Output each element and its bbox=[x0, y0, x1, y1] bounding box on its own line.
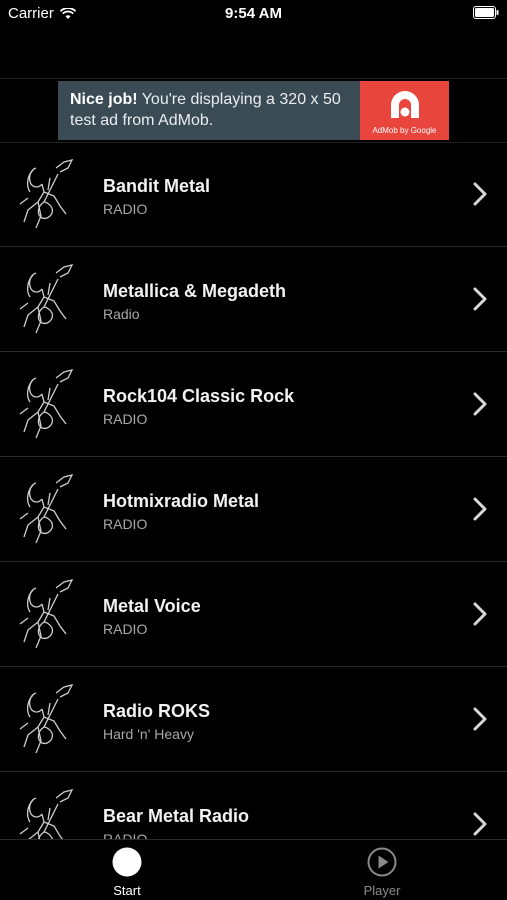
station-subtitle: RADIO bbox=[103, 201, 148, 217]
station-subtitle: RADIO bbox=[103, 516, 148, 532]
chevron-right-icon bbox=[473, 707, 487, 731]
station-title: Bandit Metal bbox=[103, 176, 211, 196]
status-time: 9:54 AM bbox=[225, 5, 282, 22]
admob-logo: AdMob by Google bbox=[360, 81, 449, 140]
station-title: Bear Metal Radio bbox=[103, 806, 250, 826]
ad-band: Nice job! You're displaying a 320 x 50 t… bbox=[0, 78, 507, 143]
filled-circle-icon bbox=[112, 847, 142, 877]
station-title: Metal Voice bbox=[103, 596, 201, 616]
station-row[interactable]: Radio ROKS Hard 'n' Heavy bbox=[0, 667, 507, 772]
chevron-right-icon bbox=[473, 812, 487, 836]
station-title: Metallica & Megadeth bbox=[103, 281, 287, 301]
station-row[interactable]: Metallica & Megadeth Radio bbox=[0, 247, 507, 352]
tab-player[interactable]: Player bbox=[322, 840, 442, 900]
ad-bold-text: Nice job! bbox=[70, 91, 138, 108]
station-row[interactable]: Rock104 Classic Rock RADIO bbox=[0, 352, 507, 457]
guitarist-thumbnail-icon bbox=[19, 474, 74, 544]
battery-icon bbox=[473, 6, 499, 19]
guitarist-thumbnail-icon bbox=[19, 579, 74, 649]
admob-logo-caption: AdMob by Google bbox=[372, 126, 437, 135]
station-row[interactable]: Hotmixradio Metal RADIO bbox=[0, 457, 507, 562]
guitarist-thumbnail-icon bbox=[19, 264, 74, 334]
chevron-right-icon bbox=[473, 287, 487, 311]
chevron-right-icon bbox=[473, 182, 487, 206]
station-row[interactable]: Metal Voice RADIO bbox=[0, 562, 507, 667]
station-title: Hotmixradio Metal bbox=[103, 491, 260, 511]
chevron-right-icon bbox=[473, 602, 487, 626]
station-subtitle: RADIO bbox=[103, 621, 148, 637]
tab-start-label: Start bbox=[113, 883, 141, 898]
tab-player-label: Player bbox=[363, 883, 401, 898]
chevron-right-icon bbox=[473, 497, 487, 521]
tab-start[interactable]: Start bbox=[67, 840, 187, 900]
station-subtitle: Hard 'n' Heavy bbox=[103, 726, 194, 742]
guitarist-thumbnail-icon bbox=[19, 684, 74, 754]
station-title: Rock104 Classic Rock bbox=[103, 386, 295, 406]
guitarist-thumbnail-icon bbox=[19, 369, 74, 439]
tab-bar: Start Player bbox=[0, 839, 507, 900]
admob-logo-icon bbox=[391, 91, 419, 118]
guitarist-thumbnail-icon bbox=[19, 159, 74, 229]
station-subtitle: Radio bbox=[103, 306, 140, 322]
play-circle-icon bbox=[367, 847, 397, 877]
status-bar: Carrier 9:54 AM bbox=[0, 0, 507, 28]
station-title: Radio ROKS bbox=[103, 701, 211, 721]
station-subtitle: RADIO bbox=[103, 411, 148, 427]
ad-text: Nice job! You're displaying a 320 x 50 t… bbox=[58, 81, 360, 140]
chevron-right-icon bbox=[473, 392, 487, 416]
station-row[interactable]: Bandit Metal RADIO bbox=[0, 142, 507, 247]
ad-banner[interactable]: Nice job! You're displaying a 320 x 50 t… bbox=[58, 81, 449, 140]
station-list[interactable]: Bandit Metal RADIO Metallica & Megadeth … bbox=[0, 142, 507, 877]
